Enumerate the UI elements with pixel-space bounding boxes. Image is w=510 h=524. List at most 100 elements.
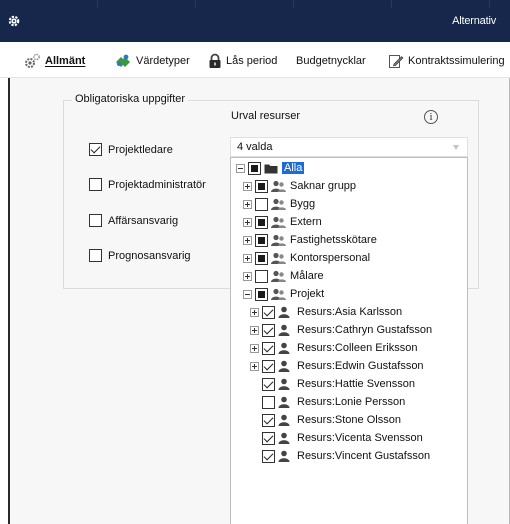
expand-toggle[interactable] — [243, 217, 252, 227]
tree-checkbox[interactable] — [262, 323, 275, 337]
folder-icon — [264, 164, 278, 174]
tree-node-resource[interactable]: Resurs:Lonie Persson — [262, 393, 405, 411]
user-group-icon — [271, 198, 286, 210]
tree-node-group[interactable]: Kontorspersonal — [243, 249, 370, 267]
tree-node-group[interactable]: Bygg — [243, 195, 315, 213]
tree-checkbox[interactable] — [255, 251, 268, 265]
tree-label: Resurs:Cathryn Gustafsson — [297, 324, 433, 336]
group-title: Obligatoriska uppgifter — [72, 93, 189, 105]
tree-label: Extern — [290, 216, 322, 228]
tree-label: Resurs:Edwin Gustafsson — [297, 360, 424, 372]
expand-toggle[interactable] — [250, 361, 259, 371]
tree-node-resource[interactable]: Resurs:Edwin Gustafsson — [250, 357, 424, 375]
resource-user-icon — [278, 378, 290, 390]
resource-combobox[interactable]: 4 valda — [230, 137, 468, 157]
expand-toggle[interactable] — [243, 253, 252, 263]
lock-icon — [209, 53, 221, 68]
tree-checkbox[interactable] — [262, 395, 275, 409]
tree-node-resource[interactable]: Resurs:Vincent Gustafsson — [262, 447, 430, 465]
tree-checkbox[interactable] — [262, 359, 275, 373]
tab-allmant[interactable]: Allmänt — [24, 52, 85, 70]
tree-label: Resurs:Colleen Eriksson — [297, 342, 418, 354]
tree-checkbox[interactable] — [262, 431, 275, 445]
left-border — [8, 78, 10, 524]
expand-toggle[interactable] — [250, 343, 259, 353]
tree-node-resource[interactable]: Resurs:Stone Olsson — [262, 411, 401, 429]
chevron-down-icon[interactable] — [453, 145, 459, 150]
tab-budgetnycklar[interactable]: Budgetnycklar — [296, 52, 366, 70]
tree-checkbox[interactable] — [255, 269, 268, 283]
tree-label: Alla — [282, 162, 305, 174]
tab-las-period-label: Lås period — [226, 55, 278, 67]
tree-node-resource[interactable]: Resurs:Vicenta Svensson — [262, 429, 423, 447]
tree-checkbox[interactable] — [255, 197, 268, 211]
expand-toggle[interactable] — [250, 325, 259, 335]
tree-node-alla[interactable]: Alla — [236, 159, 305, 177]
tree-node-resource[interactable]: Resurs:Asia Karlsson — [250, 303, 402, 321]
user-group-icon — [271, 270, 286, 282]
tree-node-group[interactable]: Fastighetsskötare — [243, 231, 377, 249]
checkbox-projektadministrator[interactable] — [89, 178, 102, 191]
tab-las-period[interactable]: Lås period — [208, 52, 277, 70]
expand-toggle[interactable] — [243, 235, 252, 245]
tree-checkbox[interactable] — [255, 215, 268, 229]
label-affarsansvarig: Affärsansvarig — [108, 215, 179, 227]
window-title: Alternativ — [452, 15, 496, 27]
expand-toggle[interactable] — [243, 199, 252, 209]
tree-node-group[interactable]: Målare — [243, 267, 324, 285]
tree-node-group[interactable]: Extern — [243, 213, 322, 231]
expand-toggle[interactable] — [250, 307, 259, 317]
resource-user-icon — [278, 324, 290, 336]
tree-label: Fastighetsskötare — [290, 234, 377, 246]
user-group-icon — [271, 288, 286, 300]
resource-user-icon — [278, 432, 290, 444]
user-group-icon — [271, 234, 286, 246]
tree-node-group[interactable]: Saknar grupp — [243, 177, 356, 195]
checkbox-projektledare[interactable] — [89, 143, 102, 156]
tree-label: Resurs:Stone Olsson — [297, 414, 401, 426]
info-icon[interactable]: i — [424, 110, 438, 124]
checkbox-prognosansvarig[interactable] — [89, 249, 102, 262]
tree-checkbox[interactable] — [262, 341, 275, 355]
tab-vardetyper-label: Värdetyper — [136, 55, 190, 67]
tree-checkbox[interactable] — [262, 449, 275, 463]
tab-vardetyper[interactable]: Värdetyper — [114, 52, 190, 70]
resource-user-icon — [278, 450, 290, 462]
tree-checkbox[interactable] — [255, 287, 268, 301]
tab-kontraktssimulering[interactable]: Kontraktssimulering — [388, 52, 505, 70]
user-group-icon — [271, 216, 286, 228]
tree-label: Saknar grupp — [290, 180, 357, 192]
tree-checkbox[interactable] — [248, 161, 261, 175]
tree-checkbox[interactable] — [262, 413, 275, 427]
app-gear-icon[interactable] — [7, 14, 21, 28]
tree-checkbox[interactable] — [255, 233, 268, 247]
tab-budgetnycklar-label: Budgetnycklar — [296, 55, 366, 67]
tree-label: Resurs:Vincent Gustafsson — [297, 450, 431, 462]
collapse-toggle[interactable] — [236, 163, 245, 173]
tree-node-group-projekt[interactable]: Projekt — [243, 285, 324, 303]
tree-label: Kontorspersonal — [290, 252, 371, 264]
collapse-toggle[interactable] — [243, 289, 252, 299]
urval-resurser-label: Urval resurser — [231, 110, 301, 122]
tree-label: Målare — [290, 270, 324, 282]
tab-kontraktssimulering-label: Kontraktssimulering — [408, 55, 505, 67]
expand-toggle[interactable] — [243, 181, 252, 191]
expand-toggle[interactable] — [243, 271, 252, 281]
document-edit-icon — [389, 55, 404, 68]
tab-allmant-label: Allmänt — [45, 55, 86, 67]
tree-checkbox[interactable] — [262, 305, 275, 319]
checkbox-affarsansvarig[interactable] — [89, 214, 102, 227]
tree-label: Resurs:Vicenta Svensson — [297, 432, 423, 444]
tree-label: Bygg — [290, 198, 316, 210]
tree-node-resource[interactable]: Resurs:Cathryn Gustafsson — [250, 321, 432, 339]
label-projektledare: Projektledare — [108, 144, 173, 156]
tree-checkbox[interactable] — [262, 377, 275, 391]
tree-checkbox[interactable] — [255, 179, 268, 193]
tree-label: Projekt — [290, 288, 325, 300]
tree-node-resource[interactable]: Resurs:Colleen Eriksson — [250, 339, 417, 357]
puzzle-users-icon — [116, 54, 130, 67]
resource-user-icon — [278, 360, 290, 372]
tree-node-resource[interactable]: Resurs:Hattie Svensson — [262, 375, 415, 393]
label-prognosansvarig: Prognosansvarig — [108, 250, 191, 262]
user-group-icon — [271, 252, 286, 264]
